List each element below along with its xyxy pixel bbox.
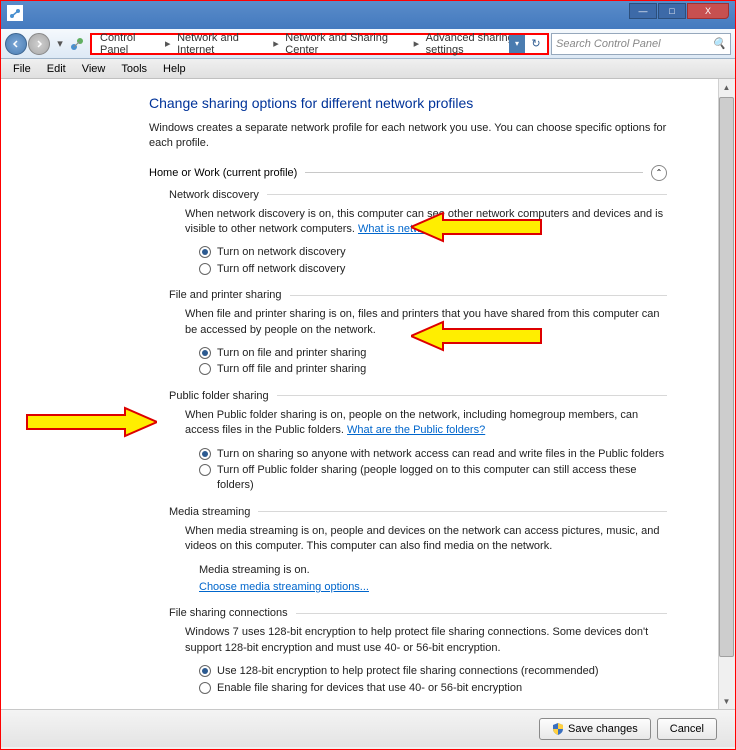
menu-help[interactable]: Help — [155, 63, 194, 75]
radio-label: Turn off file and printer sharing — [217, 362, 366, 377]
radio-file-printer-on[interactable]: Turn on file and printer sharing — [199, 346, 667, 361]
section-title: Password protected sharing — [169, 708, 305, 709]
radio-public-folder-off[interactable]: Turn off Public folder sharing (people l… — [199, 463, 667, 494]
refresh-icon[interactable]: ↻ — [527, 35, 545, 53]
annotation-arrow-icon — [17, 404, 157, 440]
section-description: When network discovery is on, this compu… — [185, 207, 667, 238]
menu-tools[interactable]: Tools — [113, 63, 155, 75]
radio-icon — [199, 246, 211, 258]
section-file-sharing-connections: File sharing connections Windows 7 uses … — [169, 607, 667, 696]
radio-icon — [199, 363, 211, 375]
navbar: ▾ Control Panel ▸ Network and Internet ▸… — [1, 29, 735, 59]
section-public-folder-sharing: Public folder sharing When Public folder… — [169, 390, 667, 494]
radio-label: Turn on file and printer sharing — [217, 346, 366, 361]
radio-label: Use 128-bit encryption to help protect f… — [217, 664, 599, 679]
link-media-streaming-options[interactable]: Choose media streaming options... — [199, 581, 369, 593]
divider — [277, 395, 667, 396]
divider — [305, 172, 643, 173]
radio-network-discovery-off[interactable]: Turn off network discovery — [199, 262, 667, 277]
crumb-sharing-center[interactable]: Network and Sharing Center — [281, 32, 411, 56]
breadcrumb-history-dropdown[interactable]: ▾ — [509, 35, 525, 53]
radio-label: Turn off Public folder sharing (people l… — [217, 463, 667, 494]
window-icon — [7, 5, 23, 21]
scrollbar-thumb[interactable] — [719, 97, 734, 657]
radio-icon — [199, 347, 211, 359]
nav-history-dropdown[interactable]: ▾ — [54, 33, 66, 55]
minimize-button[interactable]: — — [629, 3, 657, 19]
nav-back-button[interactable] — [5, 33, 27, 55]
titlebar: — □ X — [1, 1, 735, 29]
scroll-up-icon[interactable]: ▲ — [719, 79, 734, 95]
search-icon: 🔍 — [712, 37, 726, 50]
divider — [290, 295, 667, 296]
media-streaming-status: Media streaming is on. — [199, 563, 667, 578]
content-area: Change sharing options for different net… — [1, 79, 735, 709]
crumb-network-internet[interactable]: Network and Internet — [173, 32, 271, 56]
divider — [296, 613, 667, 614]
radio-encryption-128[interactable]: Use 128-bit encryption to help protect f… — [199, 664, 667, 679]
close-button[interactable]: X — [687, 3, 729, 19]
section-title: File sharing connections — [169, 607, 288, 619]
scrollbar[interactable]: ▲ ▼ — [718, 79, 735, 709]
divider — [267, 194, 667, 195]
page-title: Change sharing options for different net… — [149, 95, 707, 111]
section-network-discovery: Network discovery When network discovery… — [169, 189, 667, 278]
radio-file-printer-off[interactable]: Turn off file and printer sharing — [199, 362, 667, 377]
link-what-are-public-folders[interactable]: What are the Public folders? — [347, 424, 485, 436]
menu-view[interactable]: View — [74, 63, 114, 75]
divider — [258, 511, 667, 512]
maximize-button[interactable]: □ — [658, 3, 686, 19]
bottom-bar: Save changes Cancel — [1, 709, 735, 747]
section-description: Windows 7 uses 128-bit encryption to hel… — [185, 625, 667, 656]
menubar: File Edit View Tools Help — [1, 59, 735, 79]
button-label: Cancel — [670, 723, 704, 735]
menu-edit[interactable]: Edit — [39, 63, 74, 75]
section-description: When media streaming is on, people and d… — [185, 524, 667, 555]
breadcrumb[interactable]: Control Panel ▸ Network and Internet ▸ N… — [90, 33, 549, 55]
collapse-button[interactable]: ⌃ — [651, 165, 667, 181]
crumb-separator-icon[interactable]: ▸ — [163, 37, 174, 50]
cancel-button[interactable]: Cancel — [657, 718, 717, 740]
search-placeholder: Search Control Panel — [556, 38, 661, 50]
radio-encryption-4056[interactable]: Enable file sharing for devices that use… — [199, 681, 667, 696]
section-media-streaming: Media streaming When media streaming is … — [169, 506, 667, 596]
radio-label: Turn on network discovery — [217, 245, 346, 260]
radio-icon — [199, 682, 211, 694]
section-title: Media streaming — [169, 506, 250, 518]
scroll-down-icon[interactable]: ▼ — [719, 693, 734, 709]
radio-public-folder-on[interactable]: Turn on sharing so anyone with network a… — [199, 447, 667, 462]
radio-label: Turn on sharing so anyone with network a… — [217, 447, 664, 462]
section-description: When file and printer sharing is on, fil… — [185, 307, 667, 338]
link-what-is-network-discovery[interactable]: What is network discovery? — [358, 223, 492, 235]
radio-icon — [199, 448, 211, 460]
section-password-protected-sharing: Password protected sharing When password… — [169, 708, 667, 709]
shield-icon — [552, 723, 564, 735]
profile-label: Home or Work (current profile) — [149, 167, 297, 179]
section-title: Public folder sharing — [169, 390, 269, 402]
page-description: Windows creates a separate network profi… — [149, 121, 667, 151]
section-title: File and printer sharing — [169, 289, 282, 301]
radio-icon — [199, 665, 211, 677]
section-description: When Public folder sharing is on, people… — [185, 408, 667, 439]
radio-label: Enable file sharing for devices that use… — [217, 681, 522, 696]
search-input[interactable]: Search Control Panel 🔍 — [551, 33, 731, 55]
radio-icon — [199, 464, 211, 476]
button-label: Save changes — [568, 723, 638, 735]
section-file-printer-sharing: File and printer sharing When file and p… — [169, 289, 667, 378]
crumb-separator-icon[interactable]: ▸ — [411, 37, 422, 50]
radio-network-discovery-on[interactable]: Turn on network discovery — [199, 245, 667, 260]
nav-forward-button[interactable] — [28, 33, 50, 55]
profile-header: Home or Work (current profile) ⌃ — [149, 165, 667, 181]
control-panel-icon[interactable] — [68, 35, 86, 53]
save-changes-button[interactable]: Save changes — [539, 718, 651, 740]
radio-label: Turn off network discovery — [217, 262, 345, 277]
crumb-control-panel[interactable]: Control Panel — [96, 32, 163, 56]
crumb-separator-icon[interactable]: ▸ — [271, 37, 282, 50]
menu-file[interactable]: File — [5, 63, 39, 75]
section-title: Network discovery — [169, 189, 259, 201]
radio-icon — [199, 263, 211, 275]
